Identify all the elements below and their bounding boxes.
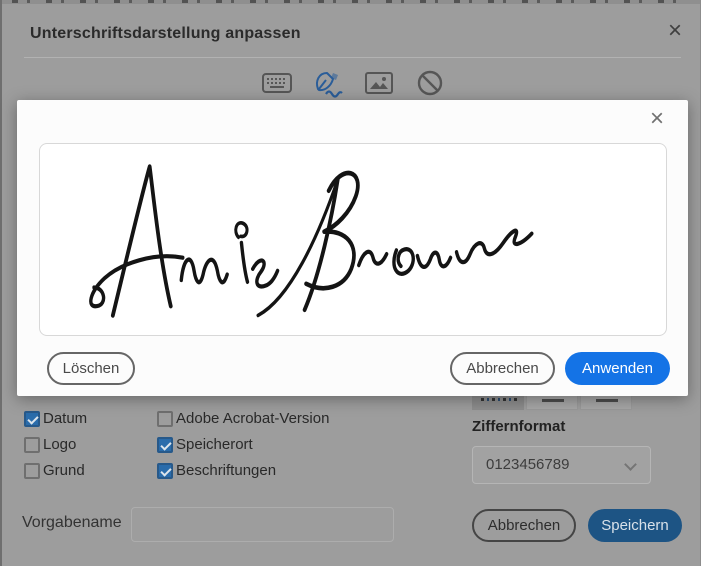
checkbox-box-checked[interactable] [157, 436, 173, 453]
checkbox-label: Adobe Acrobat-Version [176, 410, 330, 427]
dialog-close-icon[interactable]: × [662, 18, 688, 44]
none-icon [416, 69, 444, 102]
modal-cancel-button[interactable]: Abbrechen [450, 352, 555, 385]
title-divider [24, 57, 681, 58]
checkbox-label: Datum [43, 410, 88, 427]
apply-button[interactable]: Anwenden [565, 352, 670, 385]
dialog-save-button[interactable]: Speichern [588, 509, 682, 542]
dialog-title: Unterschriftsdarstellung anpassen [30, 25, 301, 42]
vorgabename-label: Vorgabename [22, 514, 122, 531]
keyboard-icon [261, 70, 293, 101]
checkbox-box-checked[interactable] [24, 410, 40, 427]
direction-icon [542, 399, 564, 402]
draw-icon [311, 68, 345, 103]
ziffernformat-value: 0123456789 [486, 456, 570, 473]
checkbox-label: Speicherort [176, 436, 253, 453]
checkbox-beschriftungen[interactable]: Beschriftungen [157, 461, 329, 480]
checkbox-grund[interactable]: Grund [24, 461, 87, 480]
clipped-label-fragment [481, 398, 517, 401]
checkbox-label: Beschriftungen [176, 462, 277, 479]
options-column-middle: Adobe Acrobat-Version Speicherort Beschr… [157, 409, 329, 487]
signature-canvas[interactable] [39, 143, 667, 336]
signature-drawing [89, 164, 534, 318]
checkbox-box[interactable] [24, 436, 40, 453]
checkbox-logo[interactable]: Logo [24, 435, 87, 454]
tab-type-image[interactable] [362, 70, 396, 100]
dialog-cancel-button[interactable]: Abbrechen [472, 509, 576, 542]
signature-type-tabbar [260, 70, 447, 100]
ziffernformat-label: Ziffernformat [472, 418, 566, 435]
delete-button[interactable]: Löschen [47, 352, 135, 385]
modal-button-row: Löschen Abbrechen Anwenden [17, 352, 688, 385]
checkbox-label: Logo [43, 436, 77, 453]
chevron-down-icon [624, 458, 637, 471]
checkbox-datum[interactable]: Datum [24, 409, 87, 428]
tab-type-text[interactable] [260, 70, 294, 100]
clipped-text-fragments [12, 0, 690, 3]
draw-signature-modal: × Löschen Abbrechen Anwenden [17, 100, 688, 396]
modal-close-icon[interactable]: × [644, 106, 670, 132]
options-column-left: Datum Logo Grund [24, 409, 87, 487]
checkbox-box[interactable] [24, 462, 40, 479]
checkbox-box-checked[interactable] [157, 462, 173, 479]
direction-icon [596, 399, 618, 402]
tab-type-none[interactable] [413, 70, 447, 100]
checkbox-acrobat-version[interactable]: Adobe Acrobat-Version [157, 409, 329, 428]
background-app-strip [2, 0, 700, 4]
ziffernformat-select[interactable]: 0123456789 [472, 446, 651, 484]
checkbox-label: Grund [43, 462, 85, 479]
checkbox-box[interactable] [157, 410, 173, 427]
checkbox-speicherort[interactable]: Speicherort [157, 435, 329, 454]
image-icon [364, 70, 394, 101]
vorgabename-input[interactable] [131, 507, 394, 542]
tab-type-draw[interactable] [311, 70, 345, 100]
